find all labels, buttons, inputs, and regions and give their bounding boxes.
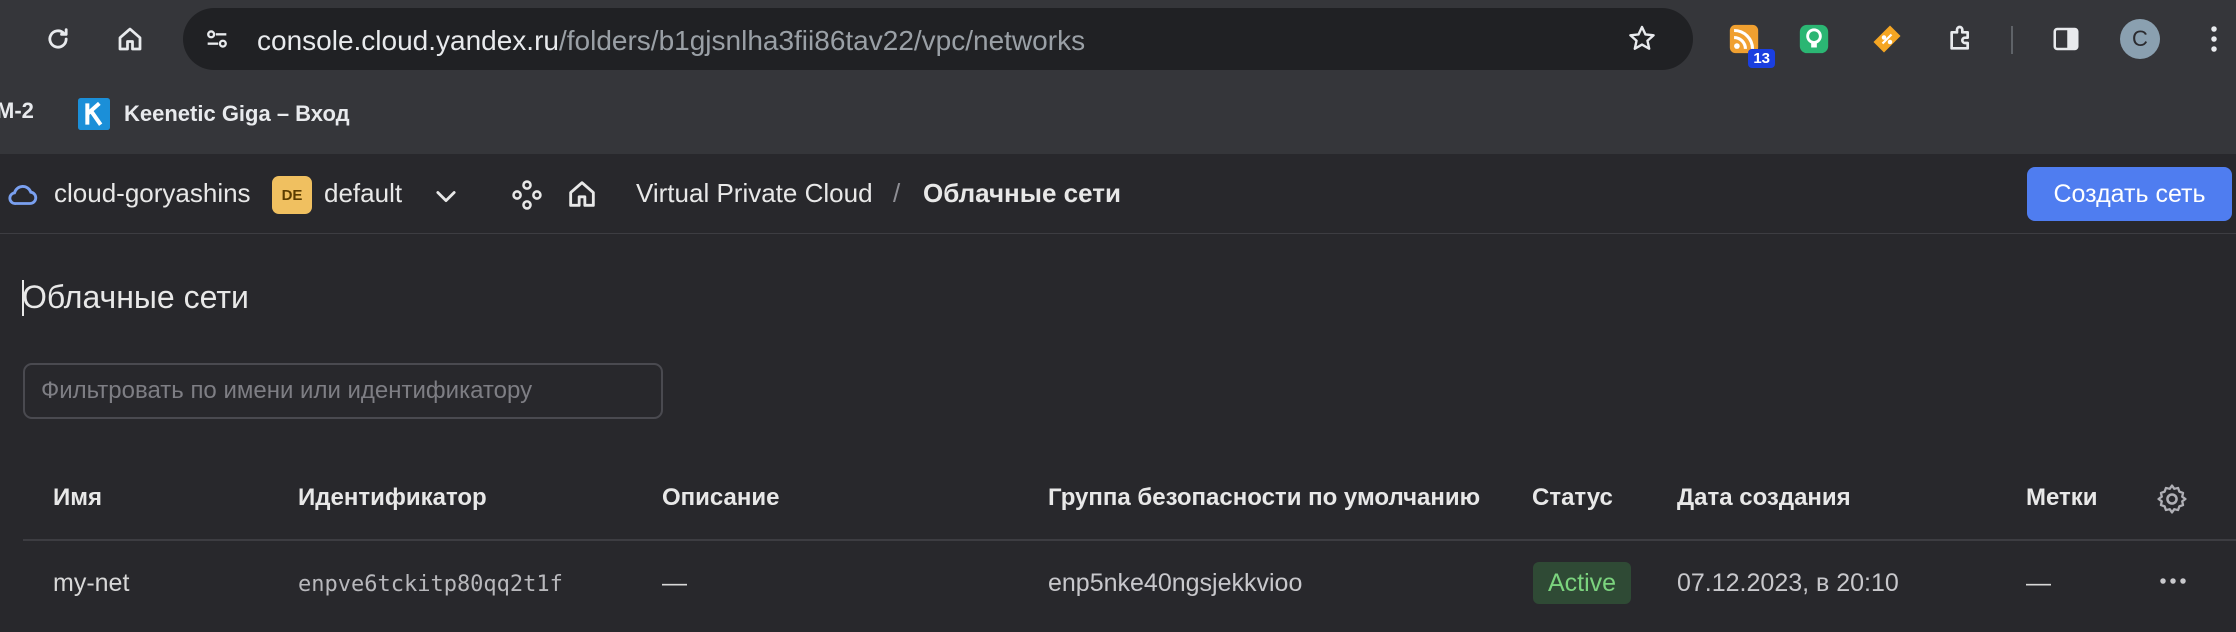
security-group-id[interactable]: enp5nke40ngsjekkvioo <box>1048 569 1302 598</box>
bookmark-m2[interactable]: M-2 <box>0 98 34 124</box>
network-labels: — <box>2026 569 2051 597</box>
puzzle-icon <box>1950 25 1969 50</box>
column-header-id[interactable]: Идентификатор <box>298 484 487 512</box>
bookmark-star-icon <box>1629 25 1655 50</box>
network-name[interactable]: my-net <box>53 569 129 598</box>
network-id: enpve6tckitp80qq2t1f <box>298 572 563 597</box>
browser-menu-button[interactable] <box>2193 18 2235 60</box>
cloud-icon <box>8 185 38 205</box>
home-icon <box>118 27 142 51</box>
services-icon[interactable] <box>510 178 544 212</box>
created-date: 07.12.2023, в 20:10 <box>1677 569 1899 597</box>
lightbulb-extension-icon <box>1799 24 1829 54</box>
chevron-down-icon <box>436 191 456 203</box>
url-path: /folders/b1gjsnlha3fii86tav22/vpc/networ… <box>558 25 1086 56</box>
bookmark-label: M-2 <box>0 98 34 123</box>
toolbar-divider <box>2011 26 2013 54</box>
home-icon[interactable] <box>565 177 599 211</box>
rss-extension[interactable]: 13 <box>1723 18 1775 68</box>
keenetic-logo-icon <box>78 98 110 130</box>
gear-icon[interactable] <box>2155 482 2189 516</box>
create-network-button[interactable]: Создать сеть <box>2027 167 2232 221</box>
bookmark-keenetic[interactable]: Keenetic Giga – Вход <box>78 98 350 130</box>
column-header-description[interactable]: Описание <box>662 484 780 512</box>
column-header-labels[interactable]: Метки <box>2026 484 2098 512</box>
breadcrumb-current: Облачные сети <box>923 178 1121 208</box>
site-settings-icon <box>207 30 227 48</box>
reload-button[interactable] <box>38 19 78 59</box>
column-header-security-group[interactable]: Группа безопасности по умолчанию <box>1048 484 1480 512</box>
extensions-button[interactable] <box>1940 18 1982 60</box>
browser-toolbar: console.cloud.yandex.ru/folders/b1gjsnlh… <box>0 0 2236 78</box>
address-bar[interactable]: console.cloud.yandex.ru/folders/b1gjsnlh… <box>183 8 1693 70</box>
cloud-name[interactable]: cloud-goryashins <box>54 178 251 209</box>
home-button[interactable] <box>110 19 150 59</box>
page-title: Облачные сети <box>22 279 249 315</box>
reload-icon <box>48 28 68 49</box>
breadcrumb-separator: / <box>893 178 901 208</box>
console-app: cloud-goryashins DE default Virtual Priv… <box>0 154 2236 632</box>
side-panel-button[interactable] <box>2045 18 2087 60</box>
network-description: — <box>662 569 687 597</box>
folder-name[interactable]: default <box>324 178 402 209</box>
side-panel-icon <box>2053 27 2079 51</box>
bookmark-label: Keenetic Giga – Вход <box>124 101 350 126</box>
table-divider <box>23 539 2236 541</box>
profile-avatar[interactable]: C <box>2120 19 2160 59</box>
kebab-menu-icon <box>2211 26 2217 52</box>
column-header-status[interactable]: Статус <box>1532 484 1613 512</box>
column-header-created[interactable]: Дата создания <box>1677 484 1851 512</box>
status-badge: Active <box>1533 562 1632 604</box>
coupon-icon <box>1873 25 1901 53</box>
extension-badge: 13 <box>1748 49 1775 68</box>
url-host: console.cloud.yandex.ru <box>257 25 559 56</box>
coupon-extension[interactable] <box>1866 18 1908 60</box>
row-actions-icon[interactable] <box>2158 574 2188 588</box>
url-text: console.cloud.yandex.ru/folders/b1gjsnlh… <box>257 25 1085 57</box>
green-extension[interactable] <box>1793 18 1835 60</box>
console-header: cloud-goryashins DE default Virtual Priv… <box>0 154 2236 234</box>
folder-badge: DE <box>272 176 312 214</box>
breadcrumb-service[interactable]: Virtual Private Cloud <box>636 178 873 209</box>
column-header-name[interactable]: Имя <box>53 484 102 512</box>
filter-input[interactable] <box>23 363 663 419</box>
